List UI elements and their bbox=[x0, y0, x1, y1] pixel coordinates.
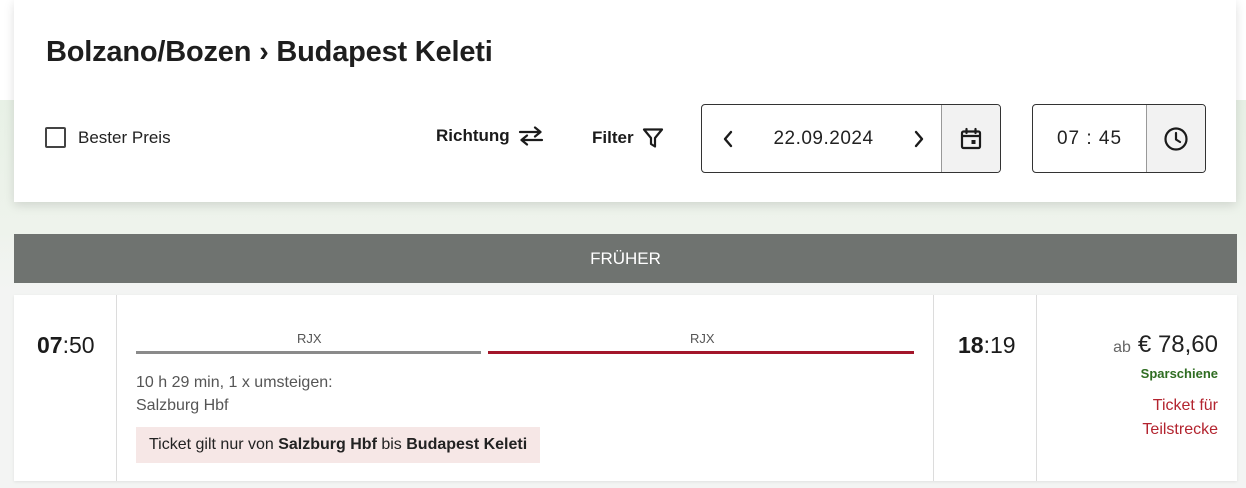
route-to: Budapest Keleti bbox=[276, 36, 493, 68]
segment-train-label: RJX bbox=[690, 331, 715, 346]
departure-hour: 07 bbox=[37, 332, 63, 358]
filter-label: Filter bbox=[592, 128, 634, 147]
partial-route-ticket-link[interactable]: Ticket für Teilstrecke bbox=[1108, 394, 1218, 442]
duration-info: 10 h 29 min, 1 x umsteigen: Salzburg Hbf bbox=[136, 371, 333, 417]
notice-middle: bis bbox=[376, 436, 407, 453]
calendar-icon bbox=[960, 127, 982, 149]
price-value: € 78,60 bbox=[1137, 331, 1218, 358]
route-title: Bolzano/Bozen › Budapest Keleti bbox=[46, 36, 493, 69]
search-card: Bolzano/Bozen › Budapest Keleti Bester P… bbox=[14, 0, 1236, 202]
segment-line-2 bbox=[488, 351, 914, 354]
previous-day-button[interactable] bbox=[722, 130, 734, 148]
price-line: ab € 78,60 bbox=[1113, 331, 1218, 359]
price-column: ab € 78,60 Sparschiene Ticket für Teilst… bbox=[1037, 295, 1237, 481]
best-price-label: Bester Preis bbox=[78, 127, 171, 147]
departure-column: 07:50 bbox=[14, 295, 117, 481]
date-picker: 22.09.2024 bbox=[701, 104, 1001, 173]
date-value[interactable]: 22.09.2024 bbox=[773, 128, 873, 150]
arrival-time: 18:19 bbox=[958, 332, 1016, 359]
price-prefix: ab bbox=[1113, 339, 1131, 356]
direction-button[interactable]: Richtung bbox=[436, 126, 544, 146]
funnel-icon bbox=[642, 128, 663, 148]
chevron-right-icon bbox=[914, 130, 924, 147]
arrival-hour: 18 bbox=[958, 332, 984, 358]
calendar-button[interactable] bbox=[941, 105, 1000, 172]
connection-card[interactable]: 07:50 RJX RJX 10 h 29 min, 1 x umsteigen… bbox=[14, 295, 1237, 481]
date-field: 22.09.2024 bbox=[702, 105, 941, 172]
transfer-station: Salzburg Hbf bbox=[136, 397, 229, 414]
journey-details: RJX RJX 10 h 29 min, 1 x umsteigen: Salz… bbox=[117, 295, 933, 481]
arrival-column: 18:19 bbox=[933, 295, 1037, 481]
filter-button[interactable]: Filter bbox=[592, 127, 664, 149]
direction-label: Richtung bbox=[436, 126, 510, 145]
notice-prefix: Ticket gilt nur von bbox=[149, 436, 279, 453]
next-day-button[interactable] bbox=[913, 130, 925, 148]
departure-time: 07:50 bbox=[37, 332, 95, 359]
route-separator: › bbox=[259, 36, 269, 68]
partial-link-line-1: Ticket für bbox=[1152, 397, 1218, 414]
clock-button[interactable] bbox=[1146, 105, 1205, 172]
notice-from-station: Salzburg Hbf bbox=[278, 436, 377, 453]
time-value[interactable]: 07 : 45 bbox=[1057, 128, 1122, 150]
time-field[interactable]: 07 : 45 bbox=[1033, 105, 1146, 172]
route-from: Bolzano/Bozen bbox=[46, 36, 252, 68]
segment-line-1 bbox=[136, 351, 481, 354]
best-price-checkbox[interactable] bbox=[45, 127, 66, 148]
segment-train-label: RJX bbox=[297, 331, 322, 346]
best-price-toggle[interactable]: Bester Preis bbox=[45, 127, 171, 148]
departure-minute: :50 bbox=[62, 332, 95, 358]
time-picker: 07 : 45 bbox=[1032, 104, 1206, 173]
clock-icon bbox=[1164, 126, 1188, 151]
chevron-left-icon bbox=[723, 130, 733, 147]
swap-arrows-icon bbox=[518, 126, 543, 146]
partial-link-line-2: Teilstrecke bbox=[1142, 421, 1218, 438]
notice-to-station: Budapest Keleti bbox=[406, 436, 528, 453]
arrival-minute: :19 bbox=[983, 332, 1016, 358]
ticket-validity-notice: Ticket gilt nur von Salzburg Hbf bis Bud… bbox=[136, 427, 541, 463]
fare-name: Sparschiene bbox=[1140, 366, 1218, 381]
earlier-button[interactable]: FRÜHER bbox=[14, 234, 1237, 283]
duration-text: 10 h 29 min, 1 x umsteigen: bbox=[136, 374, 333, 391]
